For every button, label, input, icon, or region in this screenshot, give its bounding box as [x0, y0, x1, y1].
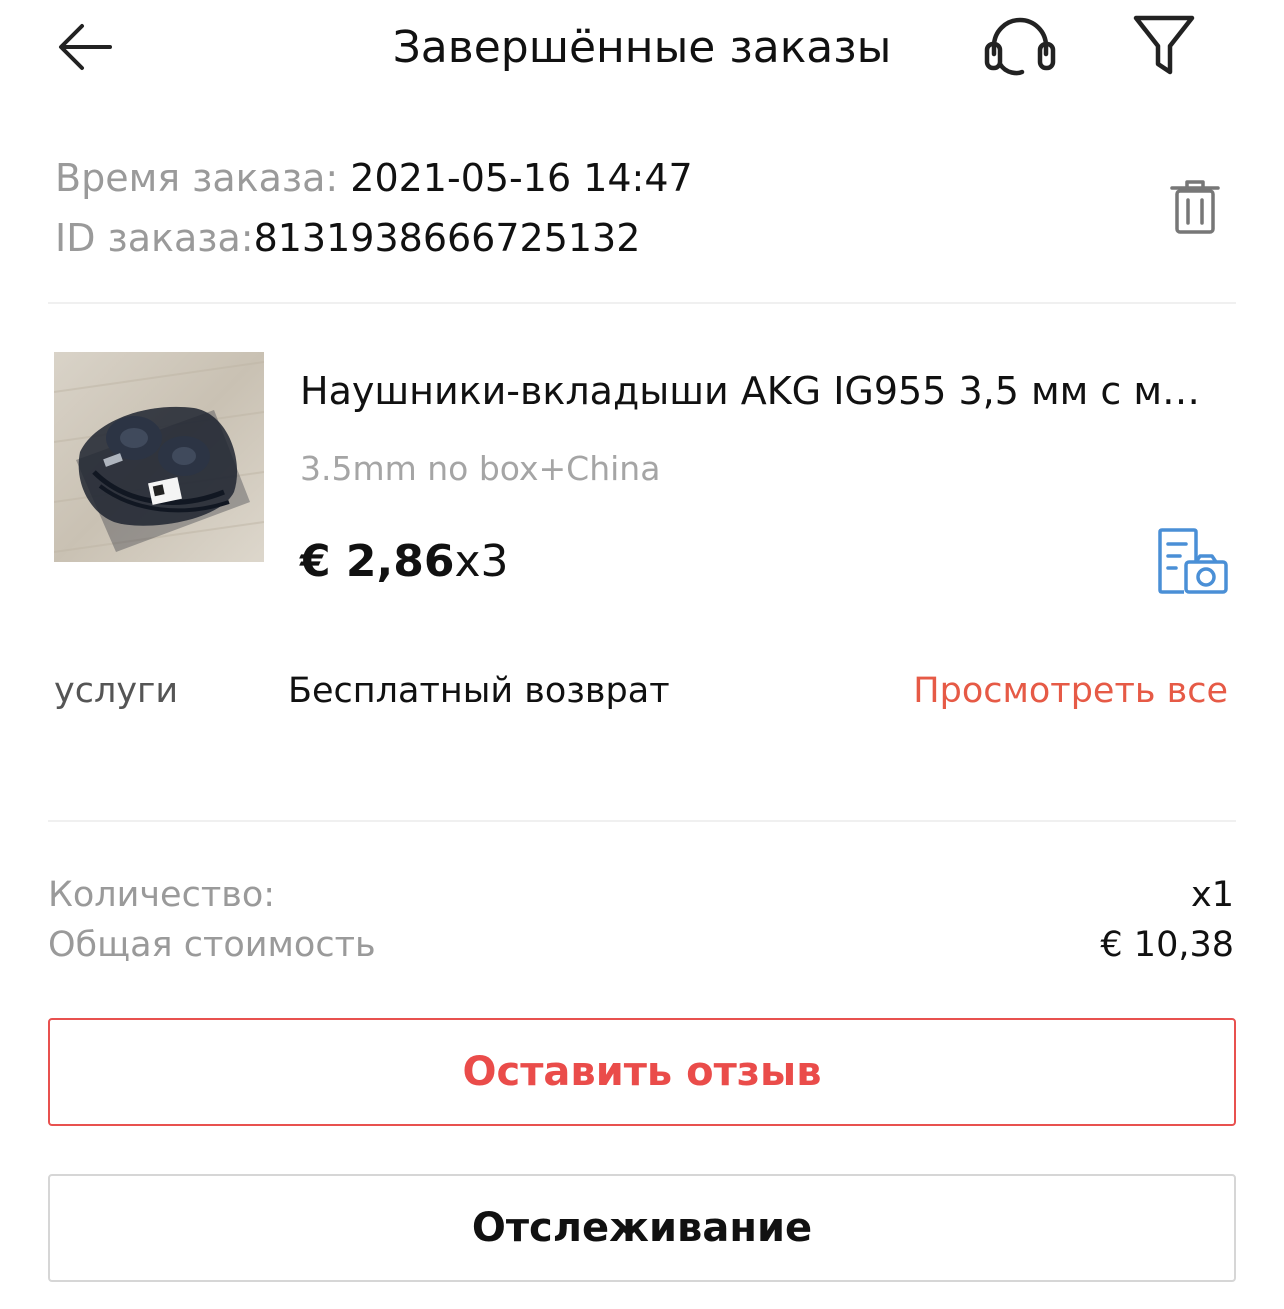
order-id-label: ID заказа: — [55, 216, 254, 260]
tracking-button[interactable]: Отслеживание — [48, 1174, 1236, 1282]
order-time-label: Время заказа: — [55, 156, 351, 200]
product-title[interactable]: Наушники-вкладыши AKG IG955 3,5 мм с мик… — [300, 362, 1220, 420]
total-value: € 10,38 — [1100, 925, 1234, 965]
divider — [48, 820, 1236, 822]
delete-order-button[interactable] — [1168, 178, 1222, 236]
order-id-value: 8131938666725132 — [253, 216, 641, 260]
product-variant: 3.5mm no box+China — [300, 449, 661, 488]
page-title: Завершённые заказы — [392, 22, 892, 73]
quantity-label: Количество: — [48, 875, 276, 915]
quantity-value: x1 — [1191, 875, 1234, 915]
unit-price: € 2,86 — [300, 536, 455, 587]
services-label: услуги — [54, 671, 179, 711]
product-price: € 2,86x3 — [300, 530, 509, 594]
order-time-value: 2021-05-16 14:47 — [350, 156, 693, 200]
product-image[interactable] — [54, 352, 264, 562]
divider — [48, 302, 1236, 304]
view-all-link[interactable]: Просмотреть все — [913, 666, 1228, 716]
services-value: Бесплатный возврат — [288, 671, 670, 711]
trash-icon — [1170, 180, 1220, 234]
headset-icon — [984, 17, 1056, 76]
support-button[interactable] — [982, 14, 1058, 82]
leave-review-button[interactable]: Оставить отзыв — [48, 1018, 1236, 1126]
earphones-photo — [54, 352, 264, 562]
order-time: Время заказа: 2021-05-16 14:47 — [55, 150, 693, 206]
total-label: Общая стоимость — [48, 925, 376, 965]
snapshot-button[interactable] — [1156, 526, 1230, 596]
filter-button[interactable] — [1130, 12, 1198, 78]
order-id: ID заказа:8131938666725132 — [55, 210, 640, 266]
filter-icon — [1133, 15, 1195, 75]
receipt-camera-icon — [1158, 528, 1228, 594]
unit-quantity: x3 — [454, 536, 509, 587]
